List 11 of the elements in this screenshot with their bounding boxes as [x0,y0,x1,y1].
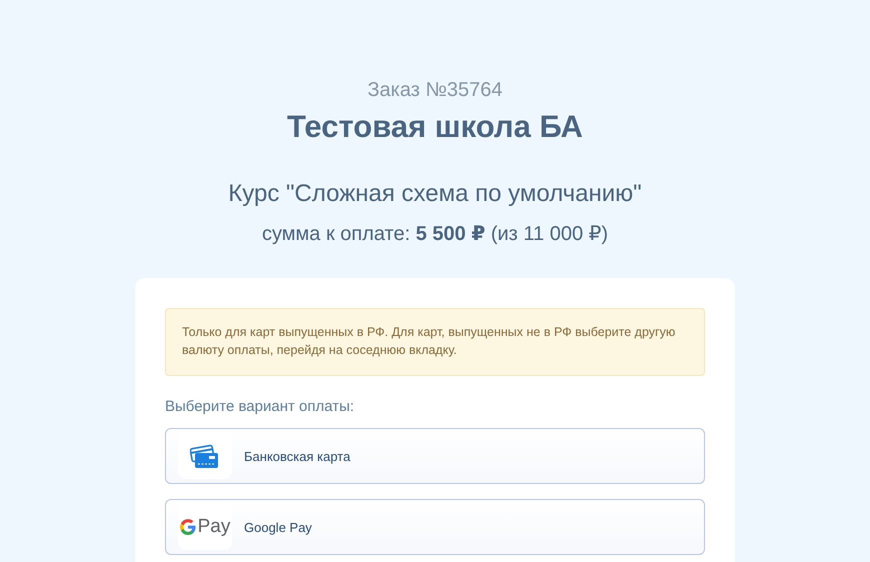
payment-amount: сумма к оплате: 5 500 ₽ (из 11 000 ₽) [262,222,608,247]
payment-method-button[interactable]: Банковская карта [165,428,705,484]
school-title: Тестовая школа БА [287,109,583,145]
course-title: Курс "Сложная схема по умолчанию" [228,179,642,209]
order-number: Заказ №35764 [367,78,503,103]
methods-label: Выберите вариант оплаты: [165,398,356,415]
google-g-icon [180,519,196,535]
notice-text: Только для карт выпущенных в РФ. Для карт, выпущенных не в РФ выберите другую валюту оплаты, перейдя на соседнюю вкладку. [165,308,705,376]
payment-method-button[interactable]: Pay Google Pay [165,499,705,555]
credit-card-icon [190,443,220,469]
pay-logo-text: Pay [198,516,230,538]
